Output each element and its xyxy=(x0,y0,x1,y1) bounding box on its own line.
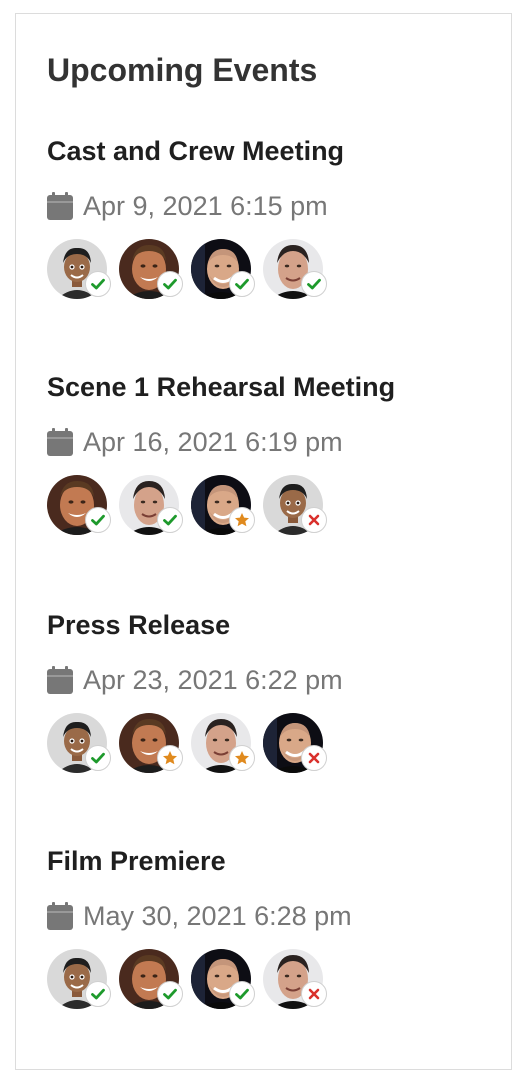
attendee[interactable] xyxy=(191,475,255,535)
calendar-icon xyxy=(47,428,73,456)
attendee[interactable] xyxy=(191,239,255,299)
attendee[interactable] xyxy=(47,713,111,773)
attendee[interactable] xyxy=(119,949,183,1009)
attendee[interactable] xyxy=(263,949,327,1009)
rsvp-going-icon xyxy=(229,271,255,297)
rsvp-going-icon xyxy=(85,271,111,297)
widget-title: Upcoming Events xyxy=(47,52,318,88)
event-date-text: Apr 23, 2021 6:22 pm xyxy=(83,664,343,695)
attendee[interactable] xyxy=(191,713,255,773)
attendee-list xyxy=(47,949,335,1013)
rsvp-going-icon xyxy=(157,507,183,533)
calendar-icon xyxy=(47,192,73,220)
attendee-list xyxy=(47,475,335,539)
attendee-list xyxy=(47,713,335,777)
event-date: Apr 23, 2021 6:22 pm xyxy=(47,664,343,696)
attendee[interactable] xyxy=(47,239,111,299)
event-date-text: Apr 9, 2021 6:15 pm xyxy=(83,190,328,221)
attendee[interactable] xyxy=(263,239,327,299)
event-item[interactable]: Press Release Apr 23, 2021 6:22 pm xyxy=(47,608,487,773)
calendar-icon xyxy=(47,666,73,694)
event-title[interactable]: Scene 1 Rehearsal Meeting xyxy=(47,370,487,404)
attendee[interactable] xyxy=(191,949,255,1009)
event-date: Apr 9, 2021 6:15 pm xyxy=(47,190,328,222)
attendee[interactable] xyxy=(119,713,183,773)
attendee[interactable] xyxy=(47,949,111,1009)
event-item[interactable]: Scene 1 Rehearsal Meeting Apr 16, 2021 6… xyxy=(47,370,487,535)
attendee[interactable] xyxy=(263,713,327,773)
event-item[interactable]: Cast and Crew Meeting Apr 9, 2021 6:15 p… xyxy=(47,134,487,299)
rsvp-going-icon xyxy=(157,271,183,297)
event-title[interactable]: Cast and Crew Meeting xyxy=(47,134,487,168)
event-date: May 30, 2021 6:28 pm xyxy=(47,900,352,932)
rsvp-maybe-icon xyxy=(229,745,255,771)
event-date: Apr 16, 2021 6:19 pm xyxy=(47,426,343,458)
attendee-list xyxy=(47,239,335,303)
upcoming-events-widget: Upcoming Events Cast and Crew Meeting Ap… xyxy=(15,13,512,1070)
rsvp-declined-icon xyxy=(301,507,327,533)
event-item[interactable]: Film Premiere May 30, 2021 6:28 pm xyxy=(47,844,487,1009)
event-title[interactable]: Press Release xyxy=(47,608,487,642)
rsvp-maybe-icon xyxy=(157,745,183,771)
rsvp-maybe-icon xyxy=(229,507,255,533)
rsvp-going-icon xyxy=(85,507,111,533)
event-title[interactable]: Film Premiere xyxy=(47,844,487,878)
calendar-icon xyxy=(47,902,73,930)
attendee[interactable] xyxy=(119,239,183,299)
attendee[interactable] xyxy=(47,475,111,535)
rsvp-declined-icon xyxy=(301,981,327,1007)
rsvp-going-icon xyxy=(229,981,255,1007)
rsvp-going-icon xyxy=(85,745,111,771)
event-date-text: Apr 16, 2021 6:19 pm xyxy=(83,426,343,457)
rsvp-declined-icon xyxy=(301,745,327,771)
rsvp-going-icon xyxy=(85,981,111,1007)
attendee[interactable] xyxy=(263,475,327,535)
rsvp-going-icon xyxy=(301,271,327,297)
event-date-text: May 30, 2021 6:28 pm xyxy=(83,900,352,931)
attendee[interactable] xyxy=(119,475,183,535)
rsvp-going-icon xyxy=(157,981,183,1007)
